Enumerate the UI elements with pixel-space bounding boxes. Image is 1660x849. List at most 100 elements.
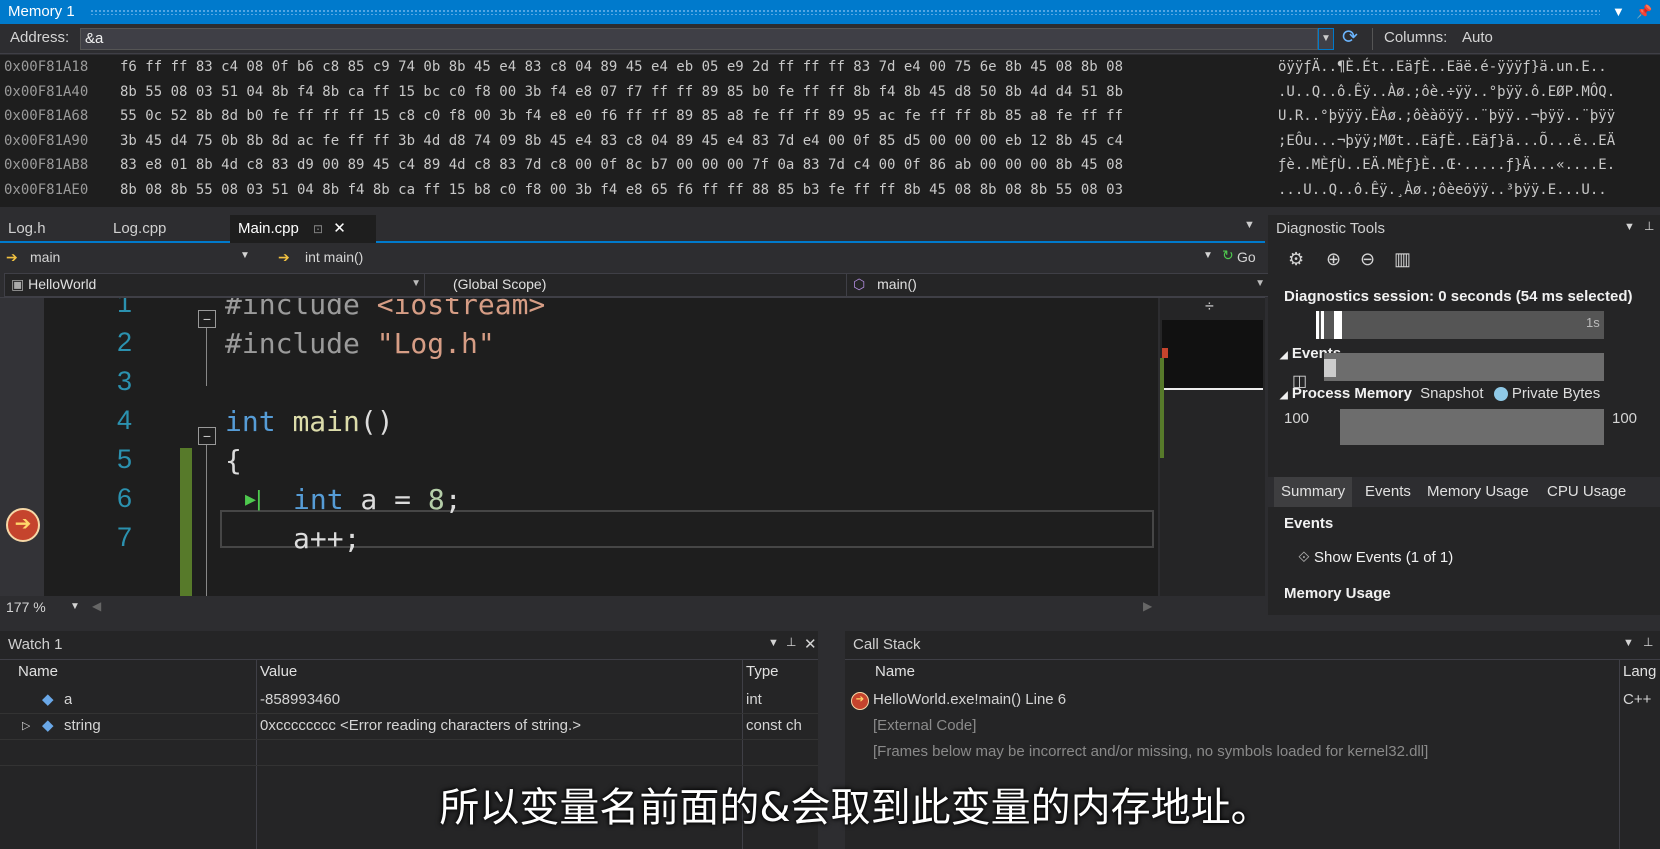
cube-icon: ⬡ <box>853 276 866 292</box>
scope-bar: ▣ HelloWorld ▼ (Global Scope) ▼ ⬡ main()… <box>0 271 1270 298</box>
callstack-row[interactable]: [External Code] <box>845 713 1660 739</box>
frame-name: [Frames below may be incorrect and/or mi… <box>873 743 1429 760</box>
scroll-right-icon[interactable]: ▶ <box>1143 599 1152 613</box>
memory-chars: U.R..°þÿÿÿ.ÈÀø.;ôèàöÿÿ..¨þÿÿ..¬þÿÿ..¨þÿÿ <box>1278 108 1616 124</box>
watch-name: string <box>64 717 101 734</box>
column-header-name[interactable]: Name <box>18 659 58 685</box>
show-events-link[interactable]: ⟐ Show Events (1 of 1) <box>1268 549 1660 566</box>
collapse-icon[interactable]: − <box>198 310 216 328</box>
memory-hex: 83 e8 01 8b 4d c8 83 d9 00 89 45 c4 89 4… <box>120 157 1124 173</box>
column-header-value[interactable]: Value <box>260 659 297 685</box>
frame-name: [External Code] <box>873 717 977 734</box>
diagnostic-title: Diagnostic Tools <box>1276 220 1385 237</box>
columns-select[interactable]: Auto <box>1462 29 1493 46</box>
run-to-click-icon[interactable]: ▸| <box>245 486 262 512</box>
column-header-lang[interactable]: Lang <box>1623 659 1656 685</box>
tab-cpu-usage[interactable]: CPU Usage <box>1540 477 1633 507</box>
collapse-icon: ◢ <box>1280 390 1288 401</box>
code-line-5: { <box>225 444 242 477</box>
tab-memory-usage[interactable]: Memory Usage <box>1420 477 1536 507</box>
titlebar-grip <box>90 9 1600 15</box>
frame-lang: C++ <box>1623 691 1652 708</box>
go-arrow-icon: ↻ <box>1222 247 1234 263</box>
zoom-in-icon[interactable]: ⊕ <box>1326 249 1341 270</box>
dropdown-arrow-icon[interactable]: ▼ <box>1624 221 1635 233</box>
memory-address: 0x00F81AB8 <box>4 157 89 173</box>
scope-combo[interactable]: (Global Scope) ▼ <box>424 273 870 297</box>
session-status: Diagnostics session: 0 seconds (54 ms se… <box>1284 288 1633 305</box>
memory-window-titlebar[interactable]: Memory 1 ▼ 📌 <box>0 0 1660 24</box>
address-input[interactable]: &a <box>80 28 1318 50</box>
split-icon[interactable]: ÷ <box>1205 298 1214 316</box>
callstack-title: Call Stack <box>845 631 1660 660</box>
columns-label: Columns: <box>1384 29 1448 46</box>
watch-row[interactable]: ▷ ◆ string 0xcccccccc <Error reading cha… <box>0 713 818 740</box>
project-combo[interactable]: ▣ HelloWorld ▼ <box>4 273 426 297</box>
address-dropdown-button[interactable]: ▼ <box>1318 28 1334 50</box>
callstack-row[interactable]: ➔ HelloWorld.exe!main() Line 6 C++ <box>845 687 1660 713</box>
watch-value[interactable]: -858993460 <box>260 687 340 713</box>
tab-log-h[interactable]: Log.h <box>0 215 54 243</box>
process-memory-section[interactable]: ◢ Process Memory Snapshot Private Bytes <box>1268 385 1660 402</box>
tab-main-cpp[interactable]: Main.cpp ⊡ ✕ <box>230 215 376 243</box>
member-combo[interactable]: ⬡ main() ▼ <box>846 273 1270 297</box>
line-number: 6 <box>116 483 132 513</box>
collapse-icon[interactable]: − <box>198 427 216 445</box>
chart-icon[interactable]: ▥ <box>1394 249 1411 270</box>
dropdown-arrow-icon[interactable]: ▼ <box>1612 0 1625 24</box>
gear-icon[interactable]: ⚙ <box>1288 249 1304 270</box>
column-header-type[interactable]: Type <box>746 659 779 685</box>
tab-events[interactable]: Events <box>1358 477 1418 507</box>
timeline-selection[interactable] <box>1334 311 1342 339</box>
dropdown-arrow-icon[interactable]: ▼ <box>1623 637 1634 649</box>
watch-empty-row[interactable] <box>0 739 818 766</box>
watch-row[interactable]: ◆ a -858993460 int <box>0 687 818 714</box>
go-button[interactable]: Go <box>1237 249 1256 265</box>
chevron-down-icon[interactable]: ▼ <box>1203 250 1213 261</box>
watch-title: Watch 1 <box>0 631 818 660</box>
watch-value[interactable]: 0xcccccccc <Error reading characters of … <box>260 713 740 739</box>
nav-signature[interactable]: int main() <box>305 249 363 265</box>
chevron-down-icon[interactable]: ▼ <box>70 601 80 612</box>
code-editor[interactable]: ➔ − − 1 2 3 4 5 6 7 ▸| #include <iostrea… <box>0 298 1158 596</box>
arrow-right-icon: ➔ <box>278 249 290 265</box>
zoom-level[interactable]: 177 % <box>6 599 46 615</box>
pin-icon[interactable]: ⊥ <box>786 635 796 649</box>
breakpoint-margin[interactable] <box>0 298 44 596</box>
pin-icon[interactable]: ⊥ <box>1644 219 1654 233</box>
memory-row: 0x00F81A90 3b 45 d4 75 0b 8b 8d ac fe ff … <box>0 129 1660 154</box>
project-name: HelloWorld <box>28 276 97 292</box>
memory-hex: 3b 45 d4 75 0b 8b 8d ac fe ff ff 3b 4d d… <box>120 132 1124 149</box>
chevron-down-icon[interactable]: ▼ <box>240 250 250 261</box>
callstack-row[interactable]: [Frames below may be incorrect and/or mi… <box>845 739 1660 765</box>
timeline-selection[interactable] <box>1316 311 1324 339</box>
scope-name: (Global Scope) <box>453 276 547 292</box>
private-bytes-legend: Private Bytes <box>1511 385 1601 402</box>
zoom-out-icon[interactable]: ⊖ <box>1360 249 1375 270</box>
column-header-name[interactable]: Name <box>875 659 915 685</box>
tab-summary[interactable]: Summary <box>1274 477 1353 507</box>
collapse-icon: ◢ <box>1280 350 1288 361</box>
memory-address: 0x00F81AE0 <box>4 181 89 198</box>
tab-overflow-icon[interactable]: ▼ <box>1244 219 1255 231</box>
private-bytes-swatch <box>1493 387 1508 402</box>
pin-icon[interactable]: ⊥ <box>1643 635 1653 649</box>
close-icon[interactable]: ✕ <box>804 635 817 653</box>
current-statement-icon: ➔ <box>6 508 40 542</box>
pin-icon[interactable]: 📌 <box>1636 0 1652 24</box>
nav-function[interactable]: main <box>30 249 60 265</box>
memory-content[interactable]: 0x00F81A18 f6 ff ff 83 c4 08 0f b6 c8 85 … <box>0 55 1660 207</box>
close-icon[interactable]: ✕ <box>333 220 346 237</box>
expand-icon[interactable]: ▷ <box>22 713 30 739</box>
refresh-icon[interactable]: ⟳ <box>1342 26 1358 49</box>
memory-chars: ;EÔu...¬þÿÿ;MØt..EäƒÈ..Eäƒ}ä...Õ...ë..EÄ <box>1278 132 1616 149</box>
memory-chars: ƒè..MÈƒÙ..EÄ.MÈƒ}È..Œ·.....ƒ}Ä...«....E. <box>1278 157 1616 173</box>
timeline-track[interactable] <box>1316 311 1604 339</box>
dropdown-arrow-icon[interactable]: ▼ <box>768 637 779 649</box>
pin-icon[interactable]: ⊡ <box>313 222 323 236</box>
minimap[interactable]: ÷ <box>1160 298 1265 596</box>
editor-tab-strip: Log.h Log.cpp Main.cpp ⊡ ✕ ▼ <box>0 215 1265 243</box>
scroll-left-icon[interactable]: ◀ <box>92 599 101 613</box>
tab-log-cpp[interactable]: Log.cpp <box>105 215 174 243</box>
minimap-viewport[interactable] <box>1162 320 1263 390</box>
